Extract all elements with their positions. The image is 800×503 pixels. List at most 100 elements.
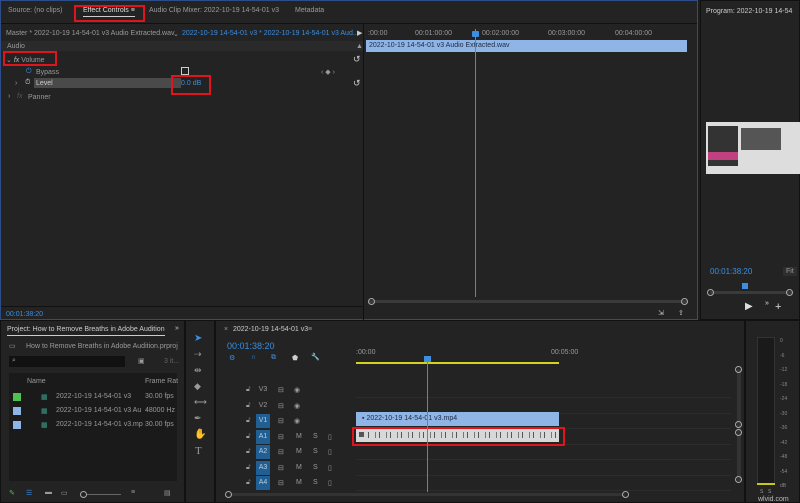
program-timecode[interactable]: 00:01:38:20 — [710, 267, 752, 276]
label-color-swatch[interactable] — [13, 407, 21, 415]
lock-icon[interactable]: 🔓︎ — [246, 417, 251, 425]
lock-icon[interactable]: 🔓︎ — [246, 433, 251, 441]
scroll-handle[interactable] — [735, 366, 742, 373]
scroll-up-icon[interactable]: ▲ — [356, 43, 363, 50]
lock-icon[interactable]: 🔓︎ — [246, 386, 251, 394]
label-color-swatch[interactable] — [13, 393, 21, 401]
type-tool-icon[interactable]: T — [195, 445, 202, 457]
pen-tool-icon[interactable]: ✒ — [194, 413, 202, 424]
slip-tool-icon[interactable]: ⟷ — [194, 397, 207, 408]
zoom-handle[interactable] — [707, 289, 714, 296]
track-target[interactable]: A4 — [256, 476, 270, 490]
sync-lock-icon[interactable]: ⊟ — [278, 479, 284, 487]
mute-button[interactable]: M — [296, 464, 302, 471]
marker-icon[interactable]: ⬟ — [292, 354, 298, 362]
solo-button[interactable]: S — [313, 464, 318, 471]
nest-icon[interactable]: ⚙ — [229, 354, 235, 362]
sync-lock-icon[interactable]: ⊟ — [278, 402, 284, 410]
export-icon[interactable]: ⇪ — [678, 309, 684, 317]
track-target[interactable]: A3 — [256, 460, 270, 475]
keyframe-nav[interactable]: ‹ ◆ › — [321, 68, 335, 76]
new-bin-icon[interactable]: ▣ — [138, 357, 145, 365]
mute-button[interactable]: M — [296, 448, 302, 455]
mute-button[interactable]: M — [296, 433, 302, 440]
tab-audio-clip-mixer[interactable]: Audio Clip Mixer: 2022-10-19 14-54-01 v3 — [149, 7, 279, 14]
project-item[interactable]: ▦ 2022-10-19 14-54-01 v3 30.00 fps — [9, 391, 177, 404]
scroll-handle[interactable] — [622, 491, 629, 498]
eye-icon[interactable]: ◉ — [294, 417, 300, 425]
project-item[interactable]: ▦ 2022-10-19 14-54-01 v3.mp 30.00 fps — [9, 419, 177, 432]
bypass-toggle-icon[interactable]: ⏻ — [26, 68, 32, 76]
scroll-handle[interactable] — [225, 491, 232, 498]
chevron-down-icon[interactable]: ⌄ — [173, 30, 179, 38]
eye-icon[interactable]: ◉ — [294, 386, 300, 394]
track-target[interactable]: V2 — [256, 399, 270, 413]
play-button[interactable]: ▶ — [745, 301, 753, 312]
microphone-icon[interactable]: ▯ — [328, 448, 332, 456]
expand-panels-icon[interactable]: » — [175, 325, 179, 332]
expand-icon[interactable]: › — [15, 80, 17, 87]
track-select-tool-icon[interactable]: ⇢ — [194, 349, 202, 360]
playhead-handle[interactable] — [424, 356, 431, 362]
add-button-icon[interactable]: + — [775, 301, 781, 313]
ec-timecode[interactable]: 00:01:38:20 — [6, 311, 43, 318]
sync-lock-icon[interactable]: ⊟ — [278, 448, 284, 456]
fit-dropdown[interactable]: Fit — [783, 267, 797, 276]
column-name[interactable]: Name — [27, 378, 46, 385]
sync-lock-icon[interactable]: ⊟ — [278, 417, 284, 425]
sequence-tab[interactable]: 2022-10-19 14-54-01 v3 — [233, 326, 308, 333]
sort-icon[interactable]: ≡ — [131, 489, 135, 496]
lock-icon[interactable]: 🔓︎ — [246, 448, 251, 456]
zoom-slider[interactable] — [87, 494, 121, 495]
scroll-handle[interactable] — [368, 298, 375, 305]
tab-metadata[interactable]: Metadata — [295, 7, 324, 14]
lock-icon[interactable]: 🔓︎ — [246, 402, 251, 410]
play-icon[interactable]: ▶ — [357, 29, 362, 37]
bypass-checkbox[interactable] — [181, 67, 189, 75]
list-view-icon[interactable]: ☰ — [26, 489, 32, 497]
new-item-icon[interactable]: ▤ — [164, 489, 171, 497]
reset-icon[interactable]: ↺ — [353, 78, 361, 89]
playhead-handle[interactable] — [472, 31, 479, 37]
project-item[interactable]: ▦ 2022-10-19 14-54-01 v3 Au 48000 Hz — [9, 405, 177, 418]
expand-icon[interactable]: › — [8, 93, 10, 100]
zoom-handle[interactable] — [786, 289, 793, 296]
wrench-icon[interactable]: 🔧 — [311, 353, 320, 361]
scroll-handle[interactable] — [735, 476, 742, 483]
pencil-icon[interactable]: ✎ — [9, 489, 15, 497]
column-frame-rate[interactable]: Frame Rat — [145, 378, 178, 385]
track-target[interactable]: V1 — [256, 414, 270, 428]
scrub-bar[interactable] — [710, 291, 792, 294]
icon-view-icon[interactable]: ▬ — [45, 489, 52, 496]
track-target[interactable]: A1 — [256, 429, 270, 444]
solo-button[interactable]: S — [313, 448, 318, 455]
solo-button[interactable]: S — [760, 489, 763, 495]
selection-tool-icon[interactable]: ➤ — [194, 333, 202, 344]
search-input[interactable]: ⌕ — [9, 356, 125, 367]
scroll-handle[interactable] — [735, 421, 742, 428]
project-title[interactable]: Project: How to Remove Breaths in Adobe … — [7, 326, 165, 336]
filter-icon[interactable]: ⇲ — [658, 309, 664, 317]
sync-lock-icon[interactable]: ⊟ — [278, 464, 284, 472]
lock-icon[interactable]: 🔓︎ — [246, 479, 251, 487]
microphone-icon[interactable]: ▯ — [328, 464, 332, 472]
scroll-handle[interactable] — [681, 298, 688, 305]
program-video-frame[interactable] — [706, 122, 800, 174]
sync-lock-icon[interactable]: ⊟ — [278, 386, 284, 394]
close-icon[interactable]: × — [224, 326, 228, 333]
linked-selection-icon[interactable]: ⧉ — [271, 354, 276, 362]
ripple-edit-tool-icon[interactable]: ⇹ — [194, 365, 202, 376]
razor-tool-icon[interactable]: ◆ — [194, 381, 201, 392]
microphone-icon[interactable]: ▯ — [328, 479, 332, 487]
clip-selector[interactable]: 2022-10-19 14-54-01 v3 * 2022-10-19 14-5… — [182, 30, 359, 37]
playhead[interactable] — [475, 29, 476, 297]
eye-icon[interactable]: ◉ — [294, 402, 300, 410]
solo-button[interactable]: S — [768, 489, 771, 495]
hand-tool-icon[interactable]: ✋ — [194, 429, 206, 440]
scroll-handle[interactable] — [735, 429, 742, 436]
solo-button[interactable]: S — [313, 479, 318, 486]
work-area-bar[interactable] — [356, 362, 559, 364]
track-target[interactable]: A2 — [256, 445, 270, 459]
menu-icon[interactable]: ≡ — [308, 326, 312, 333]
solo-button[interactable]: S — [313, 433, 318, 440]
